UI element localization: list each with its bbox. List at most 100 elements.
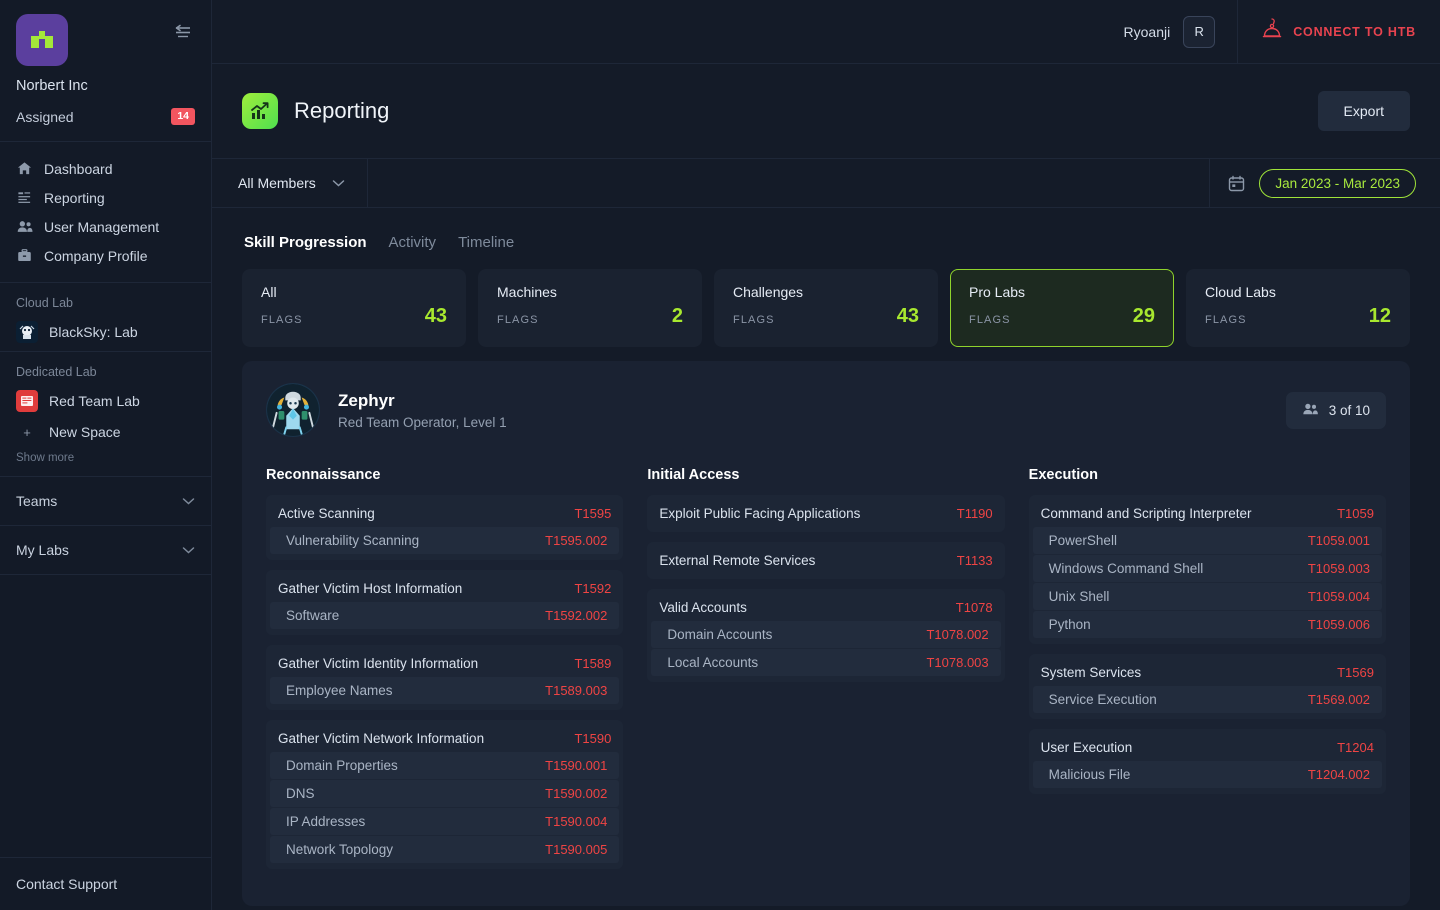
- matrix-column-title: Initial Access: [647, 467, 1004, 483]
- assigned-count-badge: 14: [171, 108, 195, 125]
- technique-card[interactable]: Gather Victim Host InformationT1592 Soft…: [266, 570, 623, 635]
- filter-bar: All Members Jan 2023 - Mar 2023: [212, 158, 1440, 208]
- technique-card[interactable]: External Remote ServicesT1133: [647, 542, 1004, 579]
- members-count-label: 3 of 10: [1329, 403, 1370, 418]
- sidebar-item-reporting[interactable]: Reporting: [0, 183, 211, 212]
- stat-card-machines[interactable]: Machines FLAGS 2: [478, 269, 702, 347]
- sub-technique-row[interactable]: Windows Command ShellT1059.003: [1033, 555, 1382, 582]
- sub-technique-row[interactable]: SoftwareT1592.002: [270, 602, 619, 629]
- sub-technique-row[interactable]: Domain PropertiesT1590.001: [270, 752, 619, 779]
- title-wrap: Reporting: [242, 93, 389, 129]
- sub-technique-row[interactable]: PythonT1059.006: [1033, 611, 1382, 638]
- technique-card[interactable]: User ExecutionT1204 Malicious FileT1204.…: [1029, 729, 1386, 794]
- profile-role: Red Team Operator, Level 1: [338, 415, 507, 430]
- stat-card-all[interactable]: All FLAGS 43: [242, 269, 466, 347]
- stat-card-title: Pro Labs: [969, 284, 1155, 300]
- sidebar-item-blacksky-lab[interactable]: BlackSky: Lab: [0, 317, 211, 351]
- sidebar-item-teams[interactable]: Teams: [0, 477, 211, 526]
- tab-activity[interactable]: Activity: [389, 234, 437, 251]
- sub-technique-row[interactable]: Domain AccountsT1078.002: [651, 621, 1000, 648]
- sub-technique-id: T1590.004: [545, 814, 607, 829]
- sub-technique-row[interactable]: Service ExecutionT1569.002: [1033, 686, 1382, 713]
- technique-card[interactable]: Gather Victim Identity InformationT1589 …: [266, 645, 623, 710]
- matrix-column-initial-access: Initial Access Exploit Public Facing App…: [647, 467, 1004, 879]
- sidebar-item-label: Dashboard: [44, 161, 113, 177]
- technique-card[interactable]: System ServicesT1569 Service ExecutionT1…: [1029, 654, 1386, 719]
- sub-technique-row[interactable]: DNST1590.002: [270, 780, 619, 807]
- tab-bar: Skill Progression Activity Timeline: [242, 208, 1410, 269]
- sidebar-item-company-profile[interactable]: Company Profile: [0, 241, 211, 270]
- date-range-chip[interactable]: Jan 2023 - Mar 2023: [1259, 169, 1416, 198]
- sub-technique-row[interactable]: Network TopologyT1590.005: [270, 836, 619, 863]
- stat-cards: All FLAGS 43 Machines FLAGS 2 Challenges: [242, 269, 1410, 347]
- blacksky-lab-icon: [16, 321, 38, 343]
- technique-name: Command and Scripting Interpreter: [1041, 506, 1252, 521]
- technique-name: Gather Victim Identity Information: [278, 656, 478, 671]
- page-title: Reporting: [294, 98, 389, 124]
- sub-technique-row[interactable]: PowerShellT1059.001: [1033, 527, 1382, 554]
- sidebar-item-new-space[interactable]: + New Space: [0, 420, 211, 446]
- primary-nav: Dashboard Reporting: [0, 142, 211, 283]
- stat-card-challenges[interactable]: Challenges FLAGS 43: [714, 269, 938, 347]
- sub-technique-id: T1590.005: [545, 842, 607, 857]
- calendar-icon[interactable]: [1228, 175, 1245, 192]
- members-select-label: All Members: [238, 175, 316, 191]
- user-block[interactable]: Ryoanji R: [1124, 0, 1239, 64]
- technique-name: Valid Accounts: [659, 600, 747, 615]
- sidebar-item-label: Company Profile: [44, 248, 148, 264]
- home-icon: [16, 160, 33, 177]
- avatar[interactable]: R: [1183, 16, 1215, 48]
- sub-technique-name: Software: [286, 608, 339, 623]
- tab-timeline[interactable]: Timeline: [458, 234, 514, 251]
- technique-name: User Execution: [1041, 740, 1133, 755]
- sub-technique-row[interactable]: Unix ShellT1059.004: [1033, 583, 1382, 610]
- stat-card-value: 12: [1369, 306, 1391, 326]
- technique-card[interactable]: Command and Scripting Interpreter T1059 P…: [1029, 495, 1386, 644]
- content-area: Skill Progression Activity Timeline All …: [212, 208, 1440, 910]
- technique-card[interactable]: Exploit Public Facing ApplicationsT1190: [647, 495, 1004, 532]
- sidebar-collapse-icon[interactable]: [171, 20, 195, 44]
- sub-technique-row[interactable]: IP AddressesT1590.004: [270, 808, 619, 835]
- tab-skill-progression[interactable]: Skill Progression: [244, 234, 367, 251]
- sub-technique-id: T1059.004: [1308, 589, 1370, 604]
- technique-card[interactable]: Gather Victim Network InformationT1590 D…: [266, 720, 623, 869]
- page-header: Reporting Export: [212, 64, 1440, 158]
- technique-card[interactable]: Active ScanningT1595 Vulnerability Scann…: [266, 495, 623, 560]
- sub-technique-name: PowerShell: [1049, 533, 1117, 548]
- sidebar-item-label: User Management: [44, 219, 159, 235]
- stat-card-cloud-labs[interactable]: Cloud Labs FLAGS 12: [1186, 269, 1410, 347]
- members-select[interactable]: All Members: [212, 159, 368, 207]
- technique-id: T1059: [1337, 506, 1374, 521]
- stat-card-title: All: [261, 284, 447, 300]
- technique-id: T1078: [956, 600, 993, 615]
- stat-card-pro-labs[interactable]: Pro Labs FLAGS 29: [950, 269, 1174, 347]
- users-icon: [16, 218, 33, 235]
- members-count-badge[interactable]: 3 of 10: [1286, 392, 1386, 429]
- sidebar-item-my-labs[interactable]: My Labs: [0, 526, 211, 575]
- contact-support-link[interactable]: Contact Support: [0, 857, 211, 910]
- profile-row: Zephyr Red Team Operator, Level 1: [266, 383, 1386, 437]
- sidebar-item-user-management[interactable]: User Management: [0, 212, 211, 241]
- sidebar-item-dashboard[interactable]: Dashboard: [0, 154, 211, 183]
- sub-technique-name: Domain Accounts: [667, 627, 772, 642]
- assigned-row[interactable]: Assigned 14: [0, 94, 211, 142]
- show-more-button[interactable]: Show more: [0, 446, 211, 476]
- sub-technique-row[interactable]: Employee Names T1589.003: [270, 677, 619, 704]
- sub-technique-row[interactable]: Local AccountsT1078.003: [651, 649, 1000, 676]
- sub-technique-name: Local Accounts: [667, 655, 758, 670]
- sub-technique-name: Vulnerability Scanning: [286, 533, 419, 548]
- sidebar-item-label: Red Team Lab: [49, 393, 140, 409]
- sub-technique-id: T1589.003: [545, 683, 607, 698]
- sub-technique-row[interactable]: Vulnerability ScanningT1595.002: [270, 527, 619, 554]
- connect-to-htb-button[interactable]: CONNECT TO HTB: [1238, 0, 1440, 64]
- sidebar-item-red-team-lab[interactable]: Red Team Lab: [0, 386, 211, 420]
- vpn-plug-icon: [1262, 18, 1282, 45]
- sub-technique-name: Employee Names: [286, 683, 393, 698]
- reporting-chart-icon: [242, 93, 278, 129]
- technique-card[interactable]: Valid Accounts T1078 Domain AccountsT1078…: [647, 589, 1004, 682]
- cloud-lab-section: Cloud Lab BlackSky: Lab: [0, 283, 211, 352]
- export-button[interactable]: Export: [1318, 91, 1410, 131]
- stat-card-title: Machines: [497, 284, 683, 300]
- profile-name: Zephyr: [338, 391, 507, 411]
- sub-technique-row[interactable]: Malicious FileT1204.002: [1033, 761, 1382, 788]
